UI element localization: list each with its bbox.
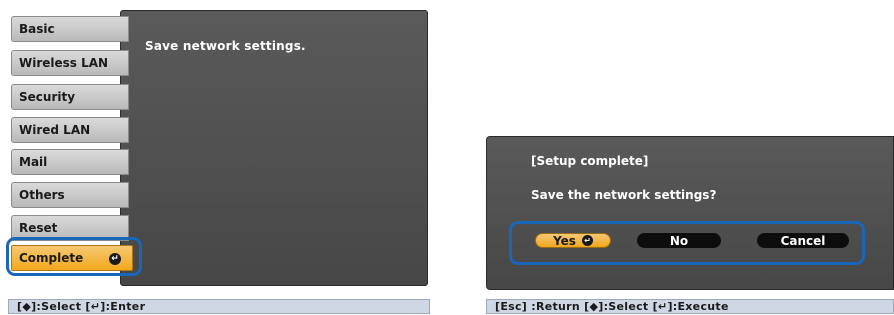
yes-label: Yes (553, 233, 576, 248)
cancel-button[interactable]: Cancel (757, 233, 849, 248)
hint-text: [Esc] :Return [◆]:Select [↵]:Execute (495, 300, 729, 313)
menu-item-wireless-lan[interactable]: Wireless LAN (11, 50, 129, 76)
menu-item-others[interactable]: Others (11, 182, 129, 208)
menu-item-label: Mail (19, 155, 48, 169)
menu-item-label: Security (19, 90, 76, 104)
menu-item-security[interactable]: Security (11, 84, 129, 110)
save-settings-message: Save network settings. (145, 39, 306, 53)
left-hint-bar: [◆]:Select [↵]:Enter (8, 299, 430, 314)
no-button[interactable]: No (637, 233, 721, 248)
hint-text: [◆]:Select [↵]:Enter (17, 300, 146, 313)
menu-item-label: Reset (19, 221, 58, 235)
menu-item-label: Basic (19, 22, 55, 36)
setup-complete-dialog: [Setup complete] Save the network settin… (486, 136, 894, 290)
cancel-label: Cancel (780, 233, 826, 248)
enter-icon: ↵ (581, 235, 593, 246)
network-settings-panel: Save network settings. Basic Wireless LA… (6, 8, 430, 296)
menu-item-basic[interactable]: Basic (11, 16, 129, 42)
menu-item-label: Others (19, 188, 65, 202)
dialog-question: Save the network settings? (531, 188, 717, 202)
menu-item-wired-lan[interactable]: Wired LAN (11, 117, 129, 143)
menu-item-label: Wireless LAN (19, 56, 109, 70)
complete-highlight-ring (6, 237, 142, 276)
yes-button[interactable]: Yes ↵ (535, 233, 611, 248)
content-area: Save network settings. (120, 10, 428, 286)
menu-item-mail[interactable]: Mail (11, 149, 129, 175)
right-hint-bar: [Esc] :Return [◆]:Select [↵]:Execute (486, 299, 894, 314)
menu-item-label: Wired LAN (19, 123, 91, 137)
dialog-title: [Setup complete] (531, 154, 649, 168)
no-label: No (669, 233, 689, 248)
